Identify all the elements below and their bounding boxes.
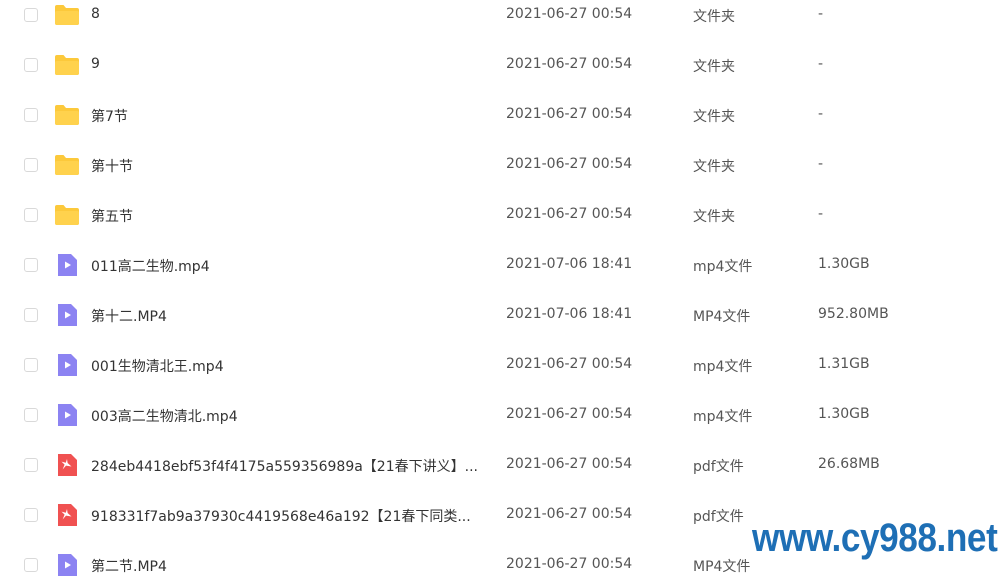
file-row[interactable]: 001生物清北王.mp4 2021-06-27 00:54 mp4文件 1.31GB <box>0 341 1000 391</box>
file-list: 8 2021-06-27 00:54 文件夹 - 9 2021-06-27 00:54 文件… <box>0 0 1000 583</box>
video-icon <box>54 403 80 427</box>
file-size: 952.80MB <box>818 306 889 322</box>
file-type: MP4文件 <box>693 559 751 575</box>
file-size: 1.31GB <box>818 356 870 372</box>
file-type: 文件夹 <box>693 159 735 175</box>
folder-icon <box>54 203 80 227</box>
file-type: 文件夹 <box>693 9 735 25</box>
file-date: 2021-06-27 00:54 <box>506 56 633 72</box>
file-date: 2021-07-06 18:41 <box>506 306 633 322</box>
row-checkbox[interactable] <box>24 508 38 522</box>
file-date: 2021-06-27 00:54 <box>506 556 633 572</box>
row-checkbox[interactable] <box>24 58 38 72</box>
file-name[interactable]: 第十节 <box>91 156 133 176</box>
file-name[interactable]: 003高二生物清北.mp4 <box>91 406 238 426</box>
file-row[interactable]: 第十二.MP4 2021-07-06 18:41 MP4文件 952.80MB <box>0 291 1000 341</box>
file-type: 文件夹 <box>693 209 735 225</box>
row-checkbox[interactable] <box>24 458 38 472</box>
file-size: 1.30GB <box>818 406 870 422</box>
file-row[interactable]: 第五节 2021-06-27 00:54 文件夹 - <box>0 191 1000 241</box>
file-size: - <box>818 206 824 222</box>
folder-icon <box>54 103 80 127</box>
file-date: 2021-06-27 00:54 <box>506 6 633 22</box>
file-name[interactable]: 第7节 <box>91 106 128 126</box>
file-type: 文件夹 <box>693 109 735 125</box>
file-date: 2021-06-27 00:54 <box>506 156 633 172</box>
file-row[interactable]: 011高二生物.mp4 2021-07-06 18:41 mp4文件 1.30GB <box>0 241 1000 291</box>
file-size: 26.68MB <box>818 456 880 472</box>
folder-icon <box>54 3 80 27</box>
row-checkbox[interactable] <box>24 358 38 372</box>
row-checkbox[interactable] <box>24 308 38 322</box>
file-size: - <box>818 56 824 72</box>
file-date: 2021-06-27 00:54 <box>506 506 633 522</box>
video-icon <box>54 253 80 277</box>
file-row[interactable]: 第十节 2021-06-27 00:54 文件夹 - <box>0 141 1000 191</box>
file-name[interactable]: 8 <box>91 6 100 22</box>
file-type: pdf文件 <box>693 459 744 475</box>
file-date: 2021-06-27 00:54 <box>506 206 633 222</box>
file-type: mp4文件 <box>693 259 753 275</box>
file-name[interactable]: 918331f7ab9a37930c4419568e46a192【21春下同类.… <box>91 506 471 526</box>
file-row[interactable]: 003高二生物清北.mp4 2021-06-27 00:54 mp4文件 1.30GB <box>0 391 1000 441</box>
file-date: 2021-06-27 00:54 <box>506 106 633 122</box>
video-icon <box>54 553 80 577</box>
row-checkbox[interactable] <box>24 208 38 222</box>
file-size: - <box>818 6 824 22</box>
file-row[interactable]: 9 2021-06-27 00:54 文件夹 - <box>0 41 1000 91</box>
file-name[interactable]: 001生物清北王.mp4 <box>91 356 224 376</box>
file-name[interactable]: 第五节 <box>91 206 133 226</box>
file-name[interactable]: 9 <box>91 56 100 72</box>
file-date: 2021-06-27 00:54 <box>506 406 633 422</box>
file-name[interactable]: 284eb4418ebf53f4f4175a559356989a【21春下讲义】… <box>91 456 478 476</box>
file-size: - <box>818 156 824 172</box>
file-name[interactable]: 第十二.MP4 <box>91 306 167 326</box>
file-name[interactable]: 011高二生物.mp4 <box>91 256 210 276</box>
file-type: pdf文件 <box>693 509 744 525</box>
row-checkbox[interactable] <box>24 408 38 422</box>
file-date: 2021-06-27 00:54 <box>506 356 633 372</box>
video-icon <box>54 353 80 377</box>
folder-icon <box>54 153 80 177</box>
file-row[interactable]: 第7节 2021-06-27 00:54 文件夹 - <box>0 91 1000 141</box>
file-date: 2021-06-27 00:54 <box>506 456 633 472</box>
row-checkbox[interactable] <box>24 108 38 122</box>
file-type: mp4文件 <box>693 409 753 425</box>
file-date: 2021-07-06 18:41 <box>506 256 633 272</box>
video-icon <box>54 303 80 327</box>
file-type: MP4文件 <box>693 309 751 325</box>
row-checkbox[interactable] <box>24 8 38 22</box>
watermark-text: www.cy988.net <box>752 516 998 560</box>
file-row[interactable]: 8 2021-06-27 00:54 文件夹 - <box>0 0 1000 41</box>
file-type: mp4文件 <box>693 359 753 375</box>
file-row[interactable]: 284eb4418ebf53f4f4175a559356989a【21春下讲义】… <box>0 441 1000 491</box>
pdf-icon <box>54 503 80 527</box>
folder-icon <box>54 53 80 77</box>
file-size: - <box>818 106 824 122</box>
row-checkbox[interactable] <box>24 158 38 172</box>
file-size: 1.30GB <box>818 256 870 272</box>
row-checkbox[interactable] <box>24 258 38 272</box>
row-checkbox[interactable] <box>24 558 38 572</box>
file-type: 文件夹 <box>693 59 735 75</box>
file-name[interactable]: 第二节.MP4 <box>91 556 167 576</box>
pdf-icon <box>54 453 80 477</box>
